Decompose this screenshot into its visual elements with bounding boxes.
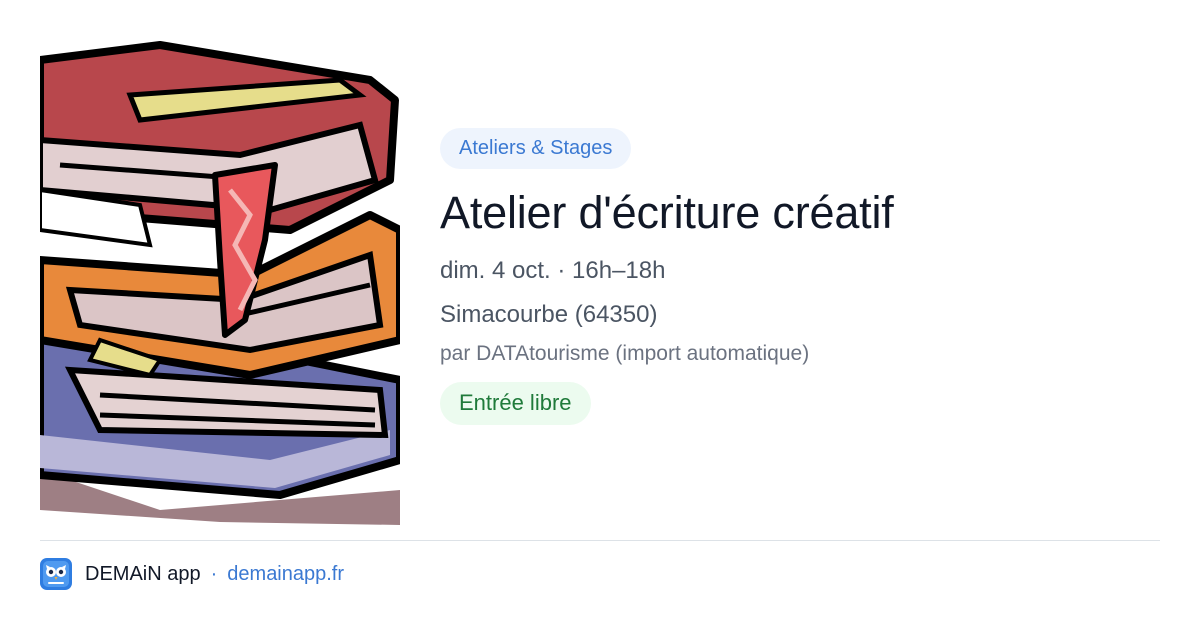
footer-divider (40, 540, 1160, 541)
category-badge[interactable]: Ateliers & Stages (440, 128, 632, 169)
owl-app-icon (40, 558, 72, 590)
event-info: Ateliers & Stages Atelier d'écriture cré… (440, 128, 1160, 425)
event-datetime: dim. 4 oct. · 16h–18h (440, 257, 666, 284)
event-title: Atelier d'écriture créatif (440, 187, 894, 238)
app-name: DEMAiN app (85, 562, 201, 585)
app-url-link[interactable]: demainapp.fr (227, 563, 344, 586)
event-image-books (40, 40, 400, 525)
event-location: Simacourbe (64350) (440, 301, 658, 328)
price-badge: Entrée libre (440, 382, 591, 425)
footer: DEMAiN app · demainapp.fr (40, 558, 344, 590)
footer-separator: · (210, 562, 218, 585)
event-source: par DATAtourisme (import automatique) (440, 342, 810, 365)
